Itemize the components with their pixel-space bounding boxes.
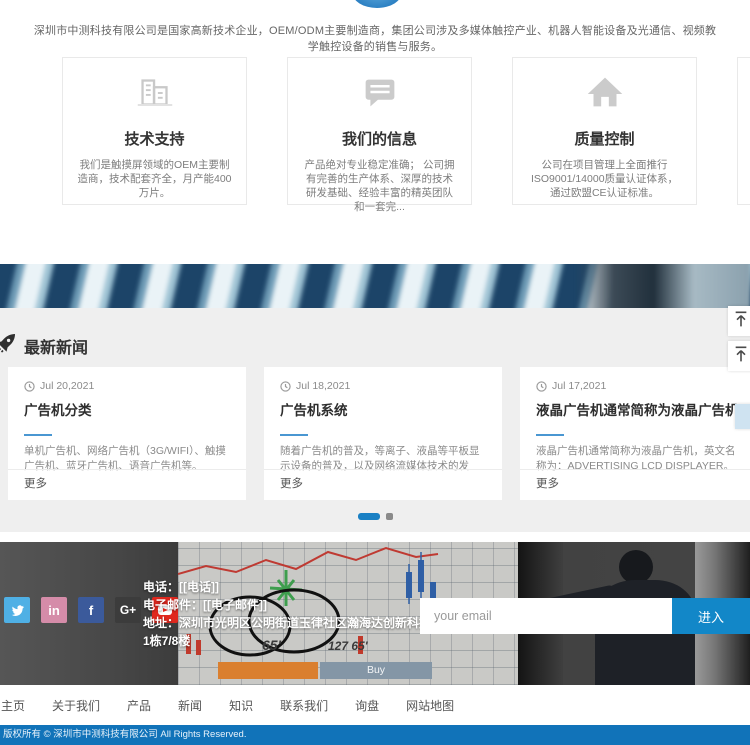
email-input[interactable] xyxy=(420,598,672,634)
news-date: Jul 17,2021 xyxy=(536,380,742,392)
news-heading-label: 最新新闻 xyxy=(24,334,88,358)
carousel-pagination xyxy=(0,513,750,520)
news-card: Jul 18,2021 广告机系统 随着广告机的普及，等离子、液晶等平板显示设备… xyxy=(264,367,502,500)
feature-title: 我们的信息 xyxy=(288,128,471,149)
news-underline xyxy=(536,434,564,436)
divider xyxy=(8,469,246,470)
divider xyxy=(520,469,750,470)
twitter-icon[interactable] xyxy=(4,597,30,623)
back-to-top-button[interactable] xyxy=(728,341,750,371)
feature-card-partial xyxy=(737,57,750,205)
news-heading: 最新新闻 xyxy=(0,331,88,360)
clock-icon xyxy=(24,381,35,392)
footer-nav-contact[interactable]: 联系我们 xyxy=(280,697,328,714)
news-title[interactable]: 广告机系统 xyxy=(280,399,486,419)
back-to-top-button[interactable] xyxy=(728,306,750,336)
footer-nav-home[interactable]: 主页 xyxy=(1,697,25,714)
chart-buy-bar: Buy xyxy=(320,662,432,679)
footer-nav-products[interactable]: 产品 xyxy=(127,697,151,714)
news-card: Jul 17,2021 液晶广告机通常简称为液晶广告机 液晶广告机通常简称为液晶… xyxy=(520,367,750,500)
rocket-icon xyxy=(0,331,18,360)
feature-text: 公司在项目管理上全面推行ISO9001/14000质量认证体系，通过欧盟CE认证… xyxy=(513,158,696,200)
company-intro: 深圳市中测科技有限公司是国家高新技术企业，OEM/ODM主要制造商，集团公司涉及… xyxy=(30,22,720,54)
feature-text: 我们是触摸屏领域的OEM主要制造商，技术配套齐全，月产能400万片。 xyxy=(63,158,246,200)
logo-partial-circle xyxy=(352,0,402,8)
news-title[interactable]: 广告机分类 xyxy=(24,399,230,419)
news-date: Jul 20,2021 xyxy=(24,380,230,392)
news-more-link[interactable]: 更多 xyxy=(280,475,303,491)
floating-widget[interactable] xyxy=(735,404,750,429)
home-icon xyxy=(513,70,696,120)
arrow-to-top-icon xyxy=(733,345,749,363)
news-excerpt: 随着广告机的普及，等离子、液晶等平板显示设备的普及，以及网络流媒体技术的发展，系… xyxy=(280,444,486,475)
news-excerpt: 单机广告机、网络广告机（3G/WIFI）、触摸广告机、蓝牙广告机、语音广告机等。 xyxy=(24,444,230,475)
divider xyxy=(264,469,502,470)
newsletter-form: 进入 xyxy=(420,598,750,634)
news-date: Jul 18,2021 xyxy=(280,380,486,392)
feature-card-our-info: 我们的信息 产品绝对专业稳定准确； 公司拥有完善的生产体系、深厚的技术研发基础、… xyxy=(287,57,472,205)
news-excerpt: 液晶广告机通常简称为液晶广告机，英文名称为：ADVERTISING LCD DI… xyxy=(536,444,742,475)
pagination-dot-active[interactable] xyxy=(358,513,380,520)
pagination-dot[interactable] xyxy=(386,513,393,520)
contact-phone: 电话：[[电话]] xyxy=(143,578,443,596)
feature-text: 产品绝对专业稳定准确； 公司拥有完善的生产体系、深厚的技术研发基础、经验丰富的精… xyxy=(288,158,471,214)
contact-info: 电话：[[电话]] 电子邮件：[[电子邮件]] 地址：深圳市光明区公明街道玉律社… xyxy=(143,578,443,650)
feature-card-quality: 质量控制 公司在项目管理上全面推行ISO9001/14000质量认证体系，通过欧… xyxy=(512,57,697,205)
footer-nav-about[interactable]: 关于我们 xyxy=(52,697,100,714)
facebook-icon[interactable]: f xyxy=(78,597,104,623)
copyright-bar: 版权所有 © 深圳市中测科技有限公司 All Rights Reserved. xyxy=(0,725,750,745)
footer-nav-sitemap[interactable]: 网站地图 xyxy=(406,697,454,714)
feature-card-tech-support: 技术支持 我们是触摸屏领域的OEM主要制造商，技术配套齐全，月产能400万片。 xyxy=(62,57,247,205)
googleplus-icon[interactable]: G+ xyxy=(115,597,141,623)
feature-title: 质量控制 xyxy=(513,128,696,149)
footer-nav-news[interactable]: 新闻 xyxy=(178,697,202,714)
page: 深圳市中测科技有限公司是国家高新技术企业，OEM/ODM主要制造商，集团公司涉及… xyxy=(0,0,750,745)
arrow-to-top-icon xyxy=(733,310,749,328)
linkedin-icon[interactable]: in xyxy=(41,597,67,623)
news-underline xyxy=(24,434,52,436)
footer-nav-knowledge[interactable]: 知识 xyxy=(229,697,253,714)
latest-news-section: 最新新闻 Jul 20,2021 广告机分类 单机广告机、网络广告机（3G/WI… xyxy=(0,308,750,532)
feature-title: 技术支持 xyxy=(63,128,246,149)
building-icon xyxy=(63,70,246,120)
contact-address: 地址：深圳市光明区公明街道玉律社区瀚海达创新科技区1栋7/8楼 xyxy=(143,614,443,650)
banner-image xyxy=(0,264,750,308)
banner-person-graphic xyxy=(575,264,750,308)
news-more-link[interactable]: 更多 xyxy=(536,475,559,491)
clock-icon xyxy=(280,381,291,392)
news-card: Jul 20,2021 广告机分类 单机广告机、网络广告机（3G/WIFI）、触… xyxy=(8,367,246,500)
chat-bubble-icon xyxy=(288,70,471,120)
contact-email: 电子邮件：[[电子邮件]] xyxy=(143,596,443,614)
footer-nav: 主页 关于我们 产品 新闻 知识 联系我们 询盘 网站地图 xyxy=(0,685,750,725)
news-underline xyxy=(280,434,308,436)
newsletter-submit-button[interactable]: 进入 xyxy=(672,598,750,634)
news-title[interactable]: 液晶广告机通常简称为液晶广告机 xyxy=(536,399,742,419)
clock-icon xyxy=(536,381,547,392)
footer-nav-inquiry[interactable]: 询盘 xyxy=(355,697,379,714)
chart-sell-bar xyxy=(218,662,318,679)
news-more-link[interactable]: 更多 xyxy=(24,475,47,491)
